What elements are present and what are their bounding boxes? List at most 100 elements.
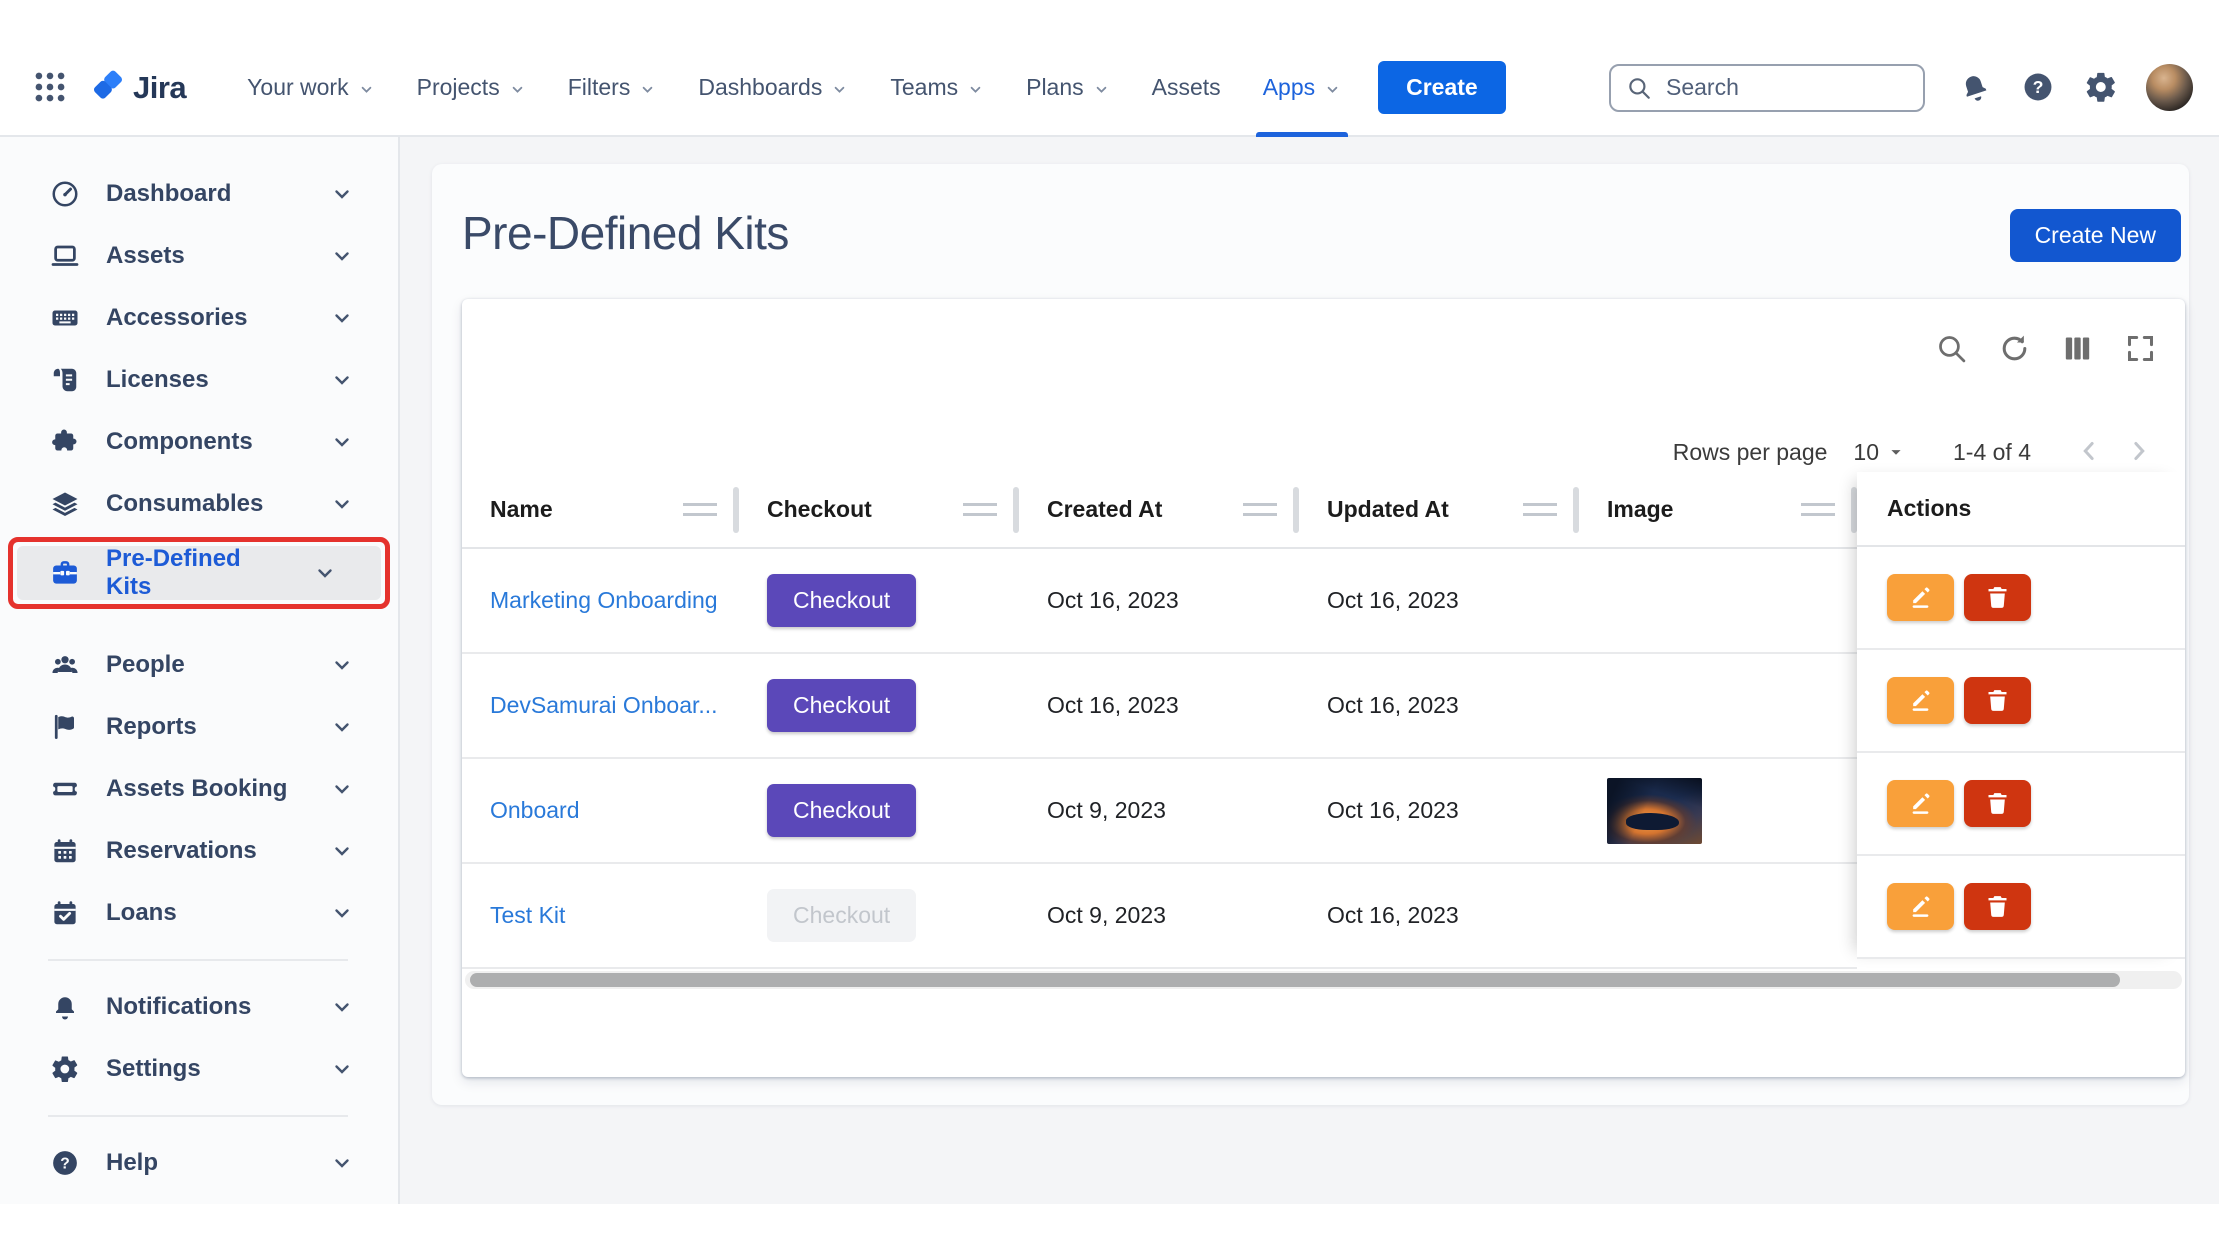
trash-icon xyxy=(1984,893,2011,920)
nav-item-teams[interactable]: Teams xyxy=(869,39,1005,136)
kit-name-link[interactable]: Marketing Onboarding xyxy=(490,587,718,613)
chevron-down-icon xyxy=(313,561,337,585)
kit-name-link[interactable]: Onboard xyxy=(490,797,580,823)
actions-cell xyxy=(1857,547,2185,650)
bell-icon xyxy=(1952,65,1998,111)
column-resize-handle[interactable] xyxy=(683,503,717,516)
nav-item-dashboards[interactable]: Dashboards xyxy=(677,39,869,136)
sidebar-item-help[interactable]: ? Help xyxy=(0,1132,398,1194)
chevron-down-icon xyxy=(639,81,656,98)
column-resize-handle[interactable] xyxy=(963,503,997,516)
sidebar-item-settings[interactable]: Settings xyxy=(0,1038,398,1100)
sidebar-item-dashboard[interactable]: Dashboard xyxy=(0,163,398,225)
table-row: Onboard Checkout Oct 9, 2023 Oct 16, 202… xyxy=(462,759,1857,864)
user-avatar[interactable] xyxy=(2146,64,2193,111)
rows-per-page-value: 10 xyxy=(1853,439,1879,466)
table-columns-button[interactable] xyxy=(2061,332,2094,365)
nav-item-label: Plans xyxy=(1026,74,1084,101)
column-header-image[interactable]: Image xyxy=(1579,472,1857,547)
app-switcher-button[interactable] xyxy=(30,68,70,108)
nav-item-apps[interactable]: Apps xyxy=(1242,39,1362,136)
search-box[interactable] xyxy=(1609,64,1925,112)
column-resize-handle[interactable] xyxy=(1801,503,1835,516)
sidebar-item-label: Assets xyxy=(106,242,185,270)
column-header-name[interactable]: Name xyxy=(462,472,739,547)
primary-nav: Your work Projects Filters Dashboards Te… xyxy=(226,39,1362,136)
sidebar-item-assets-booking[interactable]: Assets Booking xyxy=(0,758,398,820)
dashboard-icon xyxy=(50,179,80,209)
edit-button[interactable] xyxy=(1887,883,1954,930)
nav-item-assets[interactable]: Assets xyxy=(1131,39,1242,136)
pagination-range: 1-4 of 4 xyxy=(1953,439,2031,466)
svg-text:?: ? xyxy=(2033,77,2044,97)
delete-button[interactable] xyxy=(1964,883,2031,930)
kit-name-link[interactable]: DevSamurai Onboar... xyxy=(490,692,718,718)
nav-item-plans[interactable]: Plans xyxy=(1005,39,1131,136)
column-header-created-at[interactable]: Created At xyxy=(1019,472,1299,547)
nav-item-label: Apps xyxy=(1263,74,1315,101)
nav-item-filters[interactable]: Filters xyxy=(547,39,678,136)
sidebar-item-loans[interactable]: Loans xyxy=(0,882,398,944)
column-header-updated-at[interactable]: Updated At xyxy=(1299,472,1579,547)
sidebar-item-assets[interactable]: Assets xyxy=(0,225,398,287)
delete-button[interactable] xyxy=(1964,574,2031,621)
edit-button[interactable] xyxy=(1887,574,1954,621)
created-at-cell: Oct 16, 2023 xyxy=(1019,692,1299,719)
edit-button[interactable] xyxy=(1887,677,1954,724)
sidebar-item-reservations[interactable]: Reservations xyxy=(0,820,398,882)
table-toolbar xyxy=(1935,332,2157,365)
sidebar-item-label: Accessories xyxy=(106,304,247,332)
settings-button[interactable] xyxy=(2083,70,2119,106)
table-search-button[interactable] xyxy=(1935,332,1968,365)
updated-at-cell: Oct 16, 2023 xyxy=(1299,902,1579,929)
sidebar-item-notifications[interactable]: Notifications xyxy=(0,976,398,1038)
horizontal-scrollbar[interactable] xyxy=(465,971,2182,989)
edit-button[interactable] xyxy=(1887,780,1954,827)
search-input[interactable] xyxy=(1664,73,1878,102)
app-window: Jira Your work Projects Filters Dashboar… xyxy=(0,40,2219,1206)
checkout-button[interactable]: Checkout xyxy=(767,784,916,837)
table-fullscreen-button[interactable] xyxy=(2124,332,2157,365)
table-refresh-button[interactable] xyxy=(1998,332,2031,365)
keyboard-icon xyxy=(50,303,80,333)
sidebar-item-licenses[interactable]: Licenses xyxy=(0,349,398,411)
sidebar-item-label: Licenses xyxy=(106,366,209,394)
chevron-down-icon xyxy=(330,901,354,925)
help-button[interactable]: ? xyxy=(2020,70,2056,106)
chevron-down-icon xyxy=(1324,81,1341,98)
column-resize-handle[interactable] xyxy=(1523,503,1557,516)
sidebar-item-label: Pre-Defined Kits xyxy=(106,545,287,601)
sidebar-item-reports[interactable]: Reports xyxy=(0,696,398,758)
jira-logo[interactable]: Jira xyxy=(90,70,186,106)
checkout-button[interactable]: Checkout xyxy=(767,679,916,732)
nav-item-your-work[interactable]: Your work xyxy=(226,39,395,136)
actions-header: Actions xyxy=(1857,472,2185,547)
sidebar-item-consumables[interactable]: Consumables xyxy=(0,473,398,535)
scrollbar-thumb[interactable] xyxy=(470,973,2120,987)
nav-item-projects[interactable]: Projects xyxy=(396,39,547,136)
chevron-down-icon xyxy=(330,1151,354,1175)
delete-button[interactable] xyxy=(1964,677,2031,724)
notifications-button[interactable] xyxy=(1957,70,1993,106)
updated-at-cell: Oct 16, 2023 xyxy=(1299,587,1579,614)
kit-image-thumbnail xyxy=(1607,778,1702,844)
sidebar-item-accessories[interactable]: Accessories xyxy=(0,287,398,349)
sidebar-item-components[interactable]: Components xyxy=(0,411,398,473)
kit-name-link[interactable]: Test Kit xyxy=(490,902,565,928)
calendar-check-icon xyxy=(50,898,80,928)
column-resize-handle[interactable] xyxy=(1243,503,1277,516)
delete-button[interactable] xyxy=(1964,780,2031,827)
nav-item-label: Filters xyxy=(568,74,631,101)
create-button[interactable]: Create xyxy=(1378,61,1506,114)
search-icon xyxy=(1935,332,1968,365)
previous-page-button[interactable] xyxy=(2073,436,2105,468)
checkout-button[interactable]: Checkout xyxy=(767,574,916,627)
sidebar-item-people[interactable]: People xyxy=(0,634,398,696)
sidebar-item-pre-defined-kits[interactable]: Pre-Defined Kits xyxy=(17,546,381,600)
column-header-checkout[interactable]: Checkout xyxy=(739,472,1019,547)
rows-per-page-select[interactable]: 10 xyxy=(1853,439,1907,466)
create-new-button[interactable]: Create New xyxy=(2010,209,2181,262)
chevron-down-icon xyxy=(967,81,984,98)
next-page-button[interactable] xyxy=(2123,436,2155,468)
chevron-down-icon xyxy=(1093,81,1110,98)
